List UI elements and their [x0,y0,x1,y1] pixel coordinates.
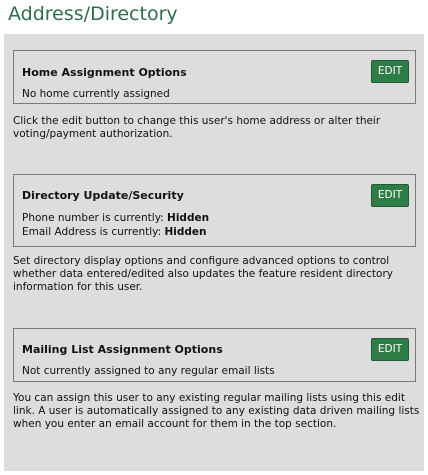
directory-edit-button[interactable]: EDIT [371,184,409,207]
home-assignment-title: Home Assignment Options [22,66,187,79]
mailing-list-title: Mailing List Assignment Options [22,343,223,356]
directory-security-card: Directory Update/Security Phone number i… [13,174,416,247]
mailing-list-description: You can assign this user to any existing… [13,392,420,430]
email-visibility-label: Email Address is currently: [22,226,162,238]
directory-security-description: Set directory display options and config… [13,255,393,293]
home-assignment-description: Click the edit button to change this use… [13,115,381,140]
phone-visibility-label: Phone number is currently: [22,212,164,224]
email-visibility-line: Email Address is currently: Hidden [22,226,207,238]
mailing-list-card: Mailing List Assignment Options Not curr… [13,328,416,382]
home-edit-button[interactable]: EDIT [371,60,409,83]
phone-visibility-line: Phone number is currently: Hidden [22,212,209,224]
home-assignment-card: Home Assignment Options No home currentl… [13,50,416,104]
phone-visibility-value: Hidden [167,212,210,224]
directory-security-title: Directory Update/Security [22,189,184,202]
mailing-list-status: Not currently assigned to any regular em… [22,365,275,377]
home-assignment-status: No home currently assigned [22,88,170,100]
mailing-edit-button[interactable]: EDIT [371,338,409,361]
address-directory-panel: Home Assignment Options No home currentl… [4,34,424,471]
page-title: Address/Directory [8,3,178,25]
email-visibility-value: Hidden [164,226,207,238]
